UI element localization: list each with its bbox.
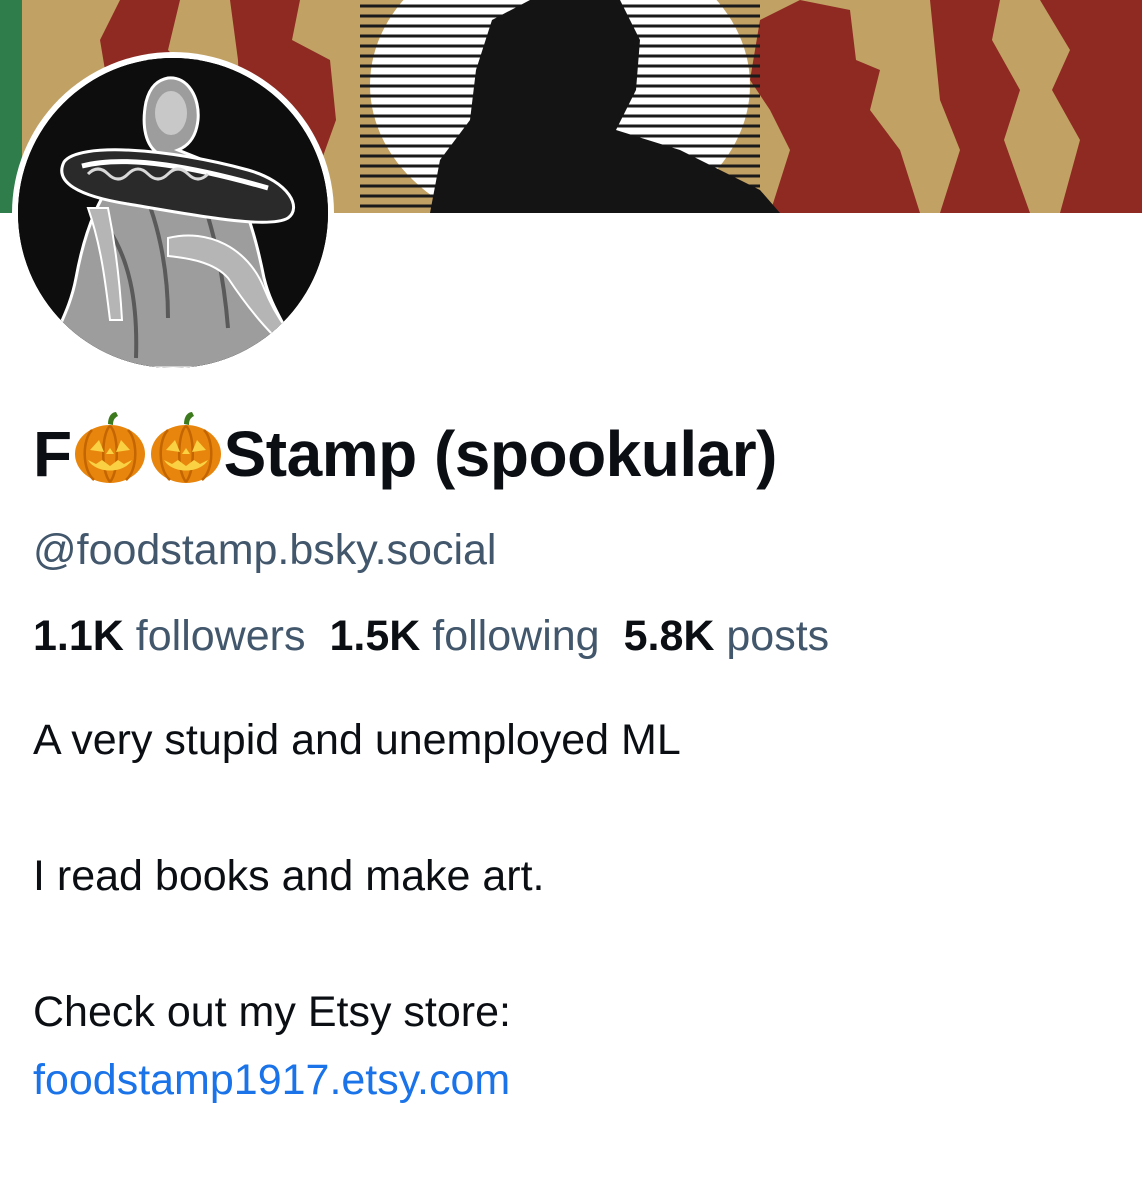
following-count: 1.5K xyxy=(329,612,421,660)
display-name-suffix: Stamp (spookular) xyxy=(223,418,778,490)
followers-label: followers xyxy=(135,612,306,660)
bio-line: A very stupid and unemployed ML xyxy=(33,716,681,764)
display-name: F Stamp (spookular) xyxy=(33,404,777,504)
profile-stats: 1.1K followers 1.5K following 5.8K posts xyxy=(33,606,829,666)
bio-line: I read books and make art. xyxy=(33,852,545,900)
jack-o-lantern-icon xyxy=(72,410,148,486)
profile-avatar[interactable] xyxy=(12,52,334,374)
display-name-prefix: F xyxy=(33,418,72,490)
following-stat[interactable]: 1.5K following xyxy=(329,612,599,660)
jack-o-lantern-icon xyxy=(148,410,224,486)
posts-label: posts xyxy=(726,612,830,660)
etsy-store-link[interactable]: foodstamp1917.etsy.com xyxy=(33,1056,510,1104)
followers-stat[interactable]: 1.1K followers xyxy=(33,612,305,660)
bio-line: Check out my Etsy store: xyxy=(33,988,511,1036)
followers-count: 1.1K xyxy=(33,612,124,660)
following-label: following xyxy=(432,612,600,660)
posts-stat: 5.8K posts xyxy=(624,612,830,660)
profile-handle: @foodstamp.bsky.social xyxy=(33,526,497,574)
posts-count: 5.8K xyxy=(623,612,715,660)
profile-bio: A very stupid and unemployed ML I read b… xyxy=(33,706,681,1114)
avatar-image xyxy=(18,58,328,368)
